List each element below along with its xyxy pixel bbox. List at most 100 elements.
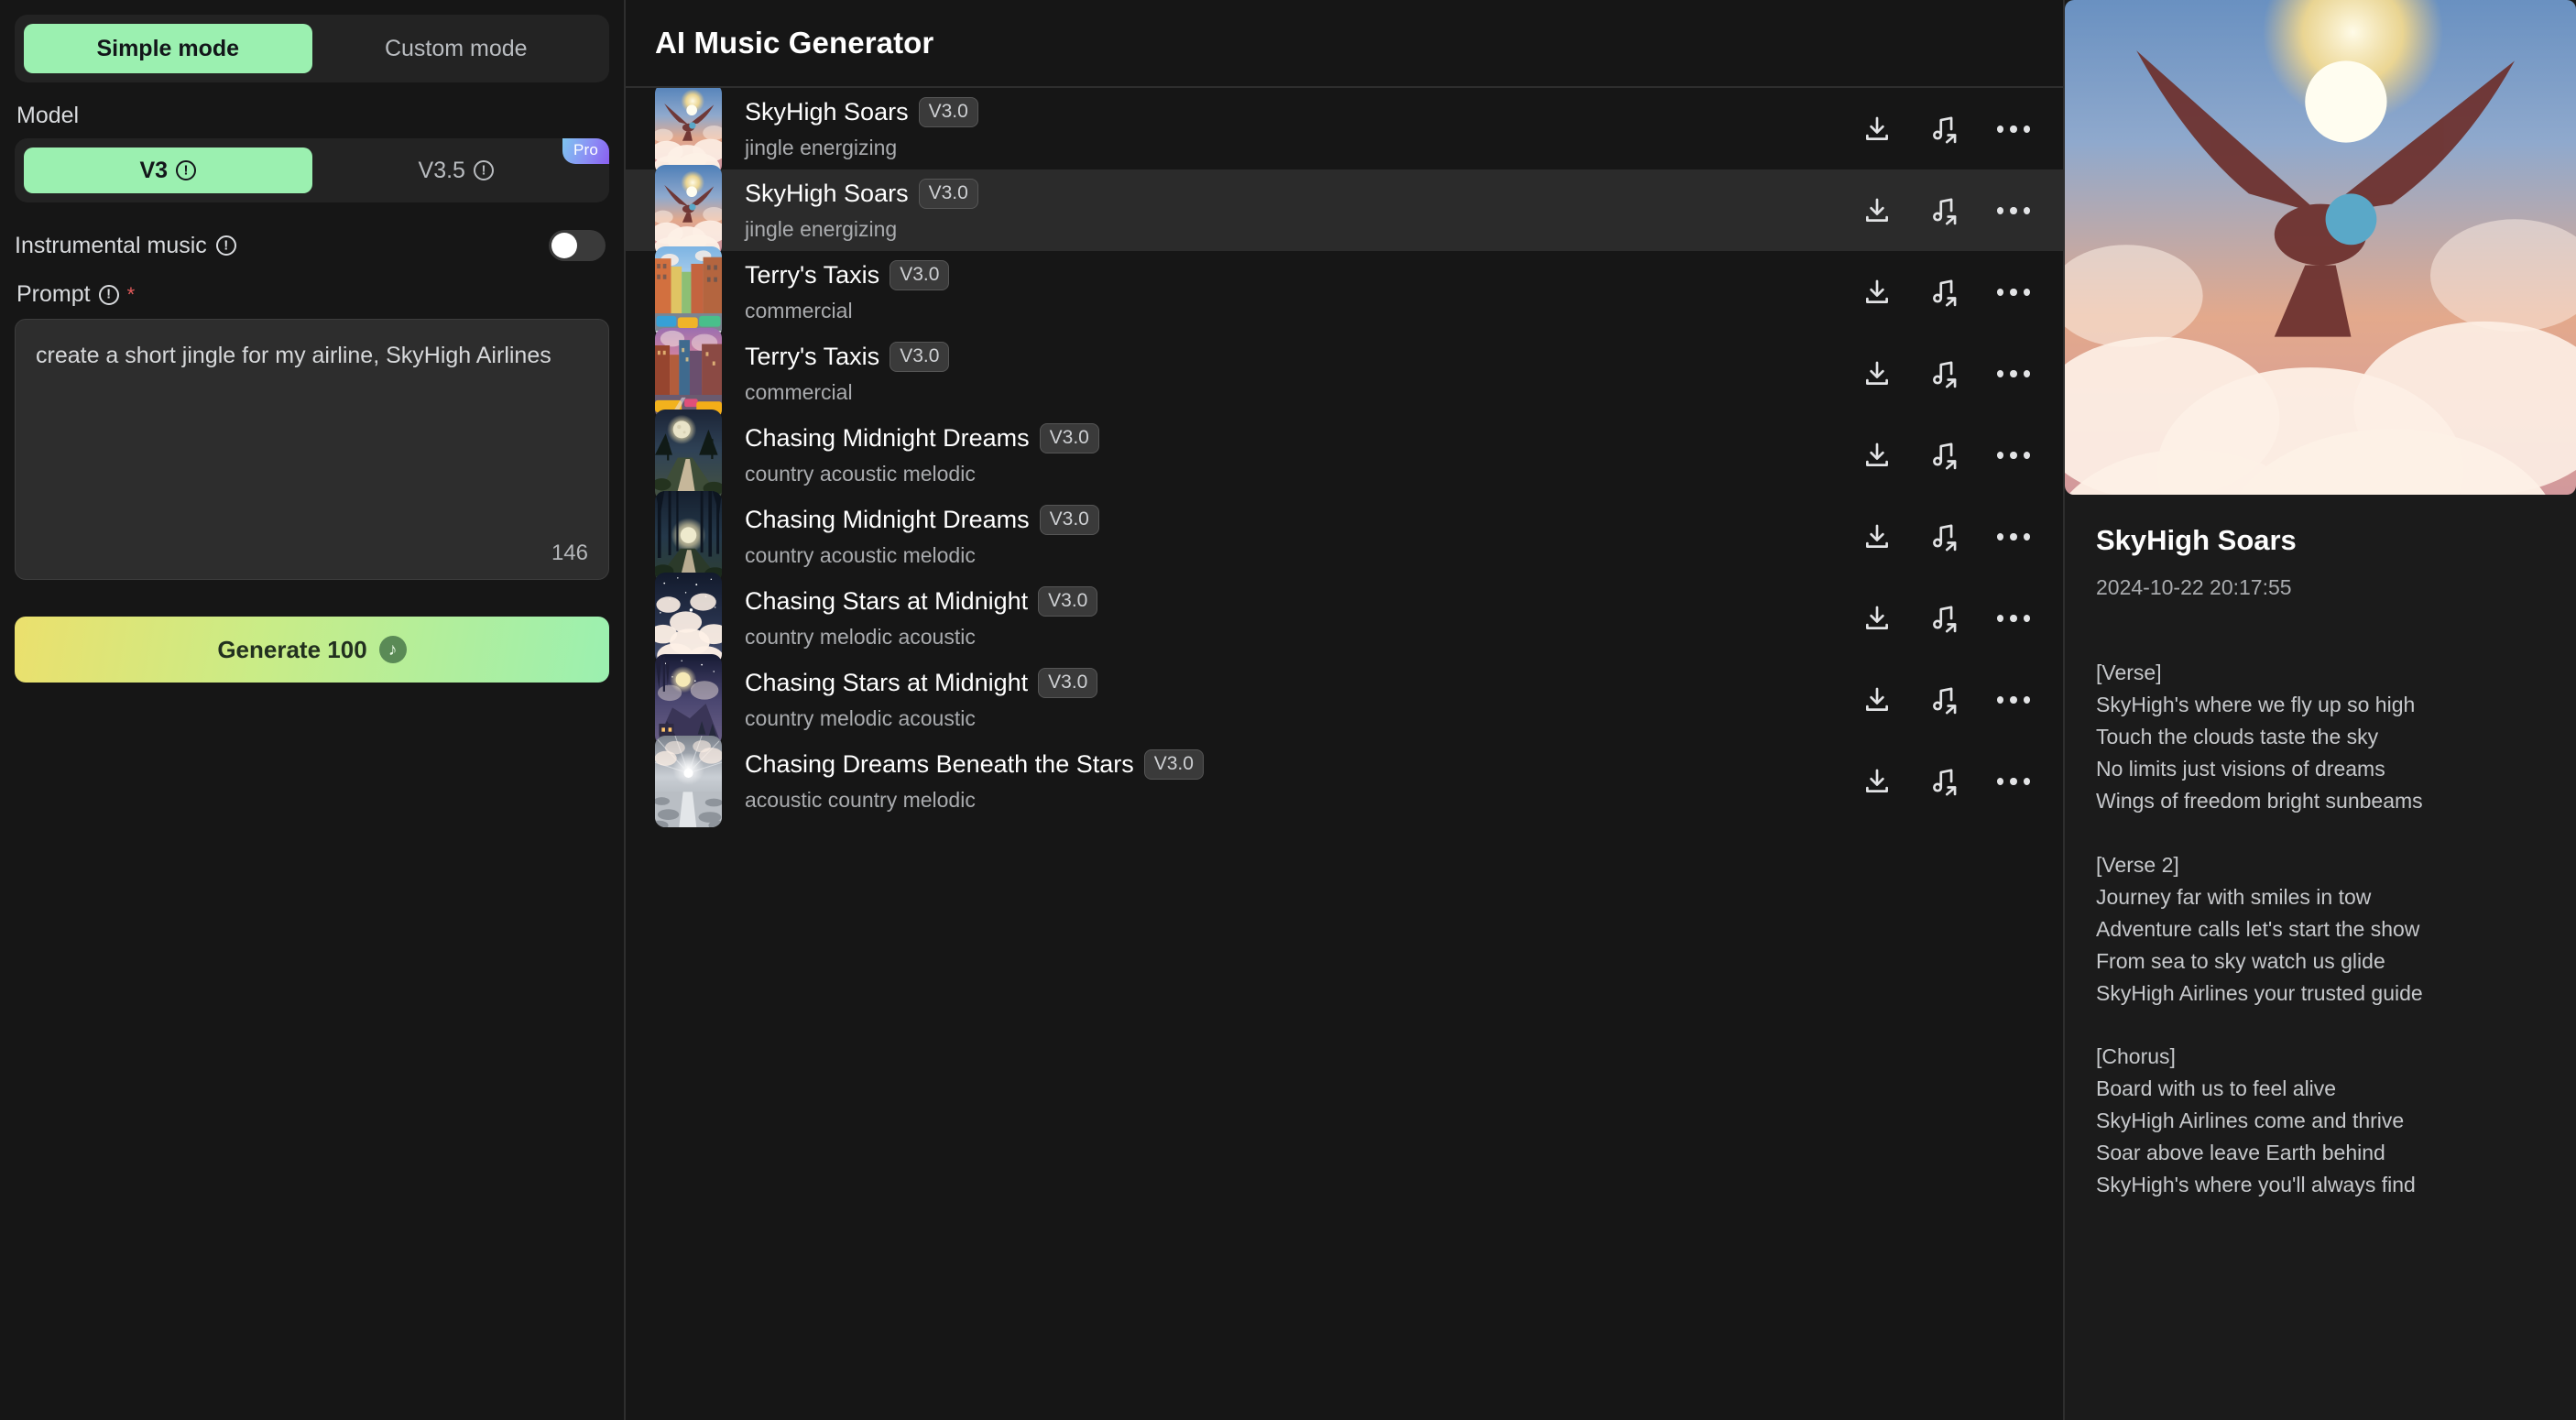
- track-meta: Terry's Taxis V3.0 commercial: [745, 342, 1861, 404]
- track-meta: Chasing Stars at Midnight V3.0 country m…: [745, 586, 1861, 649]
- more-options-icon[interactable]: [1997, 288, 2030, 296]
- extend-music-icon[interactable]: [1929, 603, 1960, 634]
- track-title-line: Terry's Taxis V3.0: [745, 260, 1861, 290]
- prompt-value: create a short jingle for my airline, Sk…: [36, 343, 551, 368]
- extend-music-icon[interactable]: [1929, 358, 1960, 389]
- track-meta: SkyHigh Soars V3.0 jingle energizing: [745, 179, 1861, 241]
- track-tags: jingle energizing: [745, 216, 898, 241]
- track-title: Chasing Midnight Dreams: [745, 424, 1030, 452]
- custom-mode-tab[interactable]: Custom mode: [312, 24, 601, 73]
- track-row-actions: [1861, 603, 2030, 634]
- track-tags: country melodic acoustic: [745, 624, 976, 649]
- extend-music-icon[interactable]: [1929, 195, 1960, 226]
- track-thumbnail[interactable]: [655, 164, 722, 257]
- version-badge: V3.0: [890, 342, 950, 372]
- simple-mode-tab[interactable]: Simple mode: [24, 24, 312, 73]
- info-icon[interactable]: !: [473, 160, 494, 180]
- more-options-icon[interactable]: [1997, 125, 2030, 133]
- download-icon[interactable]: [1861, 684, 1893, 715]
- more-options-icon[interactable]: [1997, 206, 2030, 214]
- track-row-actions: [1861, 277, 2030, 308]
- extend-music-icon[interactable]: [1929, 684, 1960, 715]
- extend-music-icon[interactable]: [1929, 440, 1960, 471]
- download-icon[interactable]: [1861, 766, 1893, 797]
- version-badge: V3.0: [918, 179, 978, 209]
- track-title-line: Chasing Stars at Midnight V3.0: [745, 586, 1861, 617]
- version-badge: V3.0: [918, 97, 978, 127]
- more-options-icon[interactable]: [1997, 369, 2030, 377]
- track-meta: SkyHigh Soars V3.0 jingle energizing: [745, 97, 1861, 159]
- track-title-line: SkyHigh Soars V3.0: [745, 179, 1861, 209]
- extend-music-icon[interactable]: [1929, 521, 1960, 552]
- more-options-icon[interactable]: [1997, 777, 2030, 785]
- prompt-char-count: 146: [551, 541, 588, 565]
- generate-button[interactable]: Generate 100 ♪: [15, 617, 609, 683]
- track-thumbnail[interactable]: [655, 409, 722, 501]
- prompt-input[interactable]: create a short jingle for my airline, Sk…: [15, 319, 609, 580]
- model-option-v3[interactable]: V3 !: [24, 147, 312, 193]
- track-row[interactable]: Chasing Stars at Midnight V3.0 country m…: [626, 572, 2063, 664]
- track-thumbnail[interactable]: [655, 88, 722, 175]
- extend-music-icon[interactable]: [1929, 766, 1960, 797]
- track-row[interactable]: Chasing Dreams Beneath the Stars V3.0 ac…: [626, 735, 2063, 827]
- track-title: Terry's Taxis: [745, 343, 880, 370]
- track-thumbnail[interactable]: [655, 490, 722, 583]
- download-icon[interactable]: [1861, 358, 1893, 389]
- track-row[interactable]: Chasing Midnight Dreams V3.0 country aco…: [626, 490, 2063, 583]
- required-marker: *: [126, 282, 136, 306]
- extend-music-icon[interactable]: [1929, 114, 1960, 145]
- pro-badge: Pro: [562, 138, 609, 164]
- track-row-actions: [1861, 521, 2030, 552]
- more-options-icon[interactable]: [1997, 532, 2030, 541]
- track-thumbnail[interactable]: [655, 246, 722, 338]
- page-title: AI Music Generator: [655, 26, 934, 60]
- track-thumbnail[interactable]: [655, 735, 722, 827]
- track-title-line: Terry's Taxis V3.0: [745, 342, 1861, 372]
- more-options-icon[interactable]: [1997, 614, 2030, 622]
- track-thumbnail[interactable]: [655, 572, 722, 664]
- track-row[interactable]: SkyHigh Soars V3.0 jingle energizing: [626, 164, 2063, 257]
- info-icon[interactable]: !: [215, 235, 236, 256]
- track-row[interactable]: Terry's Taxis V3.0 commercial: [626, 246, 2063, 338]
- detail-title: SkyHigh Soars: [2096, 524, 2297, 556]
- track-row[interactable]: Chasing Midnight Dreams V3.0 country aco…: [626, 409, 2063, 501]
- track-meta: Chasing Dreams Beneath the Stars V3.0 ac…: [745, 749, 1861, 812]
- version-badge: V3.0: [1039, 505, 1099, 535]
- track-tags: commercial: [745, 298, 853, 322]
- more-options-icon[interactable]: [1997, 695, 2030, 704]
- track-row-actions: [1861, 766, 2030, 797]
- track-title: SkyHigh Soars: [745, 98, 909, 126]
- track-title: Chasing Stars at Midnight: [745, 587, 1029, 615]
- track-row[interactable]: Chasing Stars at Midnight V3.0 country m…: [626, 653, 2063, 746]
- track-title-line: Chasing Midnight Dreams V3.0: [745, 423, 1861, 453]
- track-thumbnail[interactable]: [655, 653, 722, 746]
- download-icon[interactable]: [1861, 195, 1893, 226]
- track-thumbnail[interactable]: [655, 327, 722, 420]
- track-title: Chasing Dreams Beneath the Stars: [745, 750, 1134, 778]
- instrumental-music-toggle[interactable]: [549, 230, 606, 261]
- info-icon[interactable]: !: [176, 160, 197, 180]
- info-icon[interactable]: !: [98, 284, 119, 305]
- track-meta: Chasing Midnight Dreams V3.0 country aco…: [745, 505, 1861, 567]
- track-tags: acoustic country melodic: [745, 787, 976, 812]
- settings-sidebar: Simple mode Custom mode Model V3 ! V3.5 …: [0, 0, 626, 1420]
- download-icon[interactable]: [1861, 277, 1893, 308]
- download-icon[interactable]: [1861, 521, 1893, 552]
- download-icon[interactable]: [1861, 114, 1893, 145]
- download-icon[interactable]: [1861, 440, 1893, 471]
- track-title-line: Chasing Stars at Midnight V3.0: [745, 668, 1861, 698]
- model-option-v35[interactable]: V3.5 !: [312, 147, 601, 193]
- track-row[interactable]: SkyHigh Soars V3.0 jingle energizing: [626, 88, 2063, 175]
- more-options-icon[interactable]: [1997, 451, 2030, 459]
- track-title: Terry's Taxis: [745, 261, 880, 289]
- detail-body: SkyHigh Soars 2024-10-22 20:17:55 [Verse…: [2065, 495, 2576, 1201]
- extend-music-icon[interactable]: [1929, 277, 1960, 308]
- model-section-label: Model: [16, 103, 80, 128]
- track-tags: country acoustic melodic: [745, 461, 976, 486]
- track-meta: Terry's Taxis V3.0 commercial: [745, 260, 1861, 322]
- download-icon[interactable]: [1861, 603, 1893, 634]
- toggle-knob: [551, 233, 577, 258]
- track-row[interactable]: Terry's Taxis V3.0 commercial: [626, 327, 2063, 420]
- track-tags: country melodic acoustic: [745, 705, 976, 730]
- model-toggle-group: V3 ! V3.5 ! Pro: [15, 138, 609, 202]
